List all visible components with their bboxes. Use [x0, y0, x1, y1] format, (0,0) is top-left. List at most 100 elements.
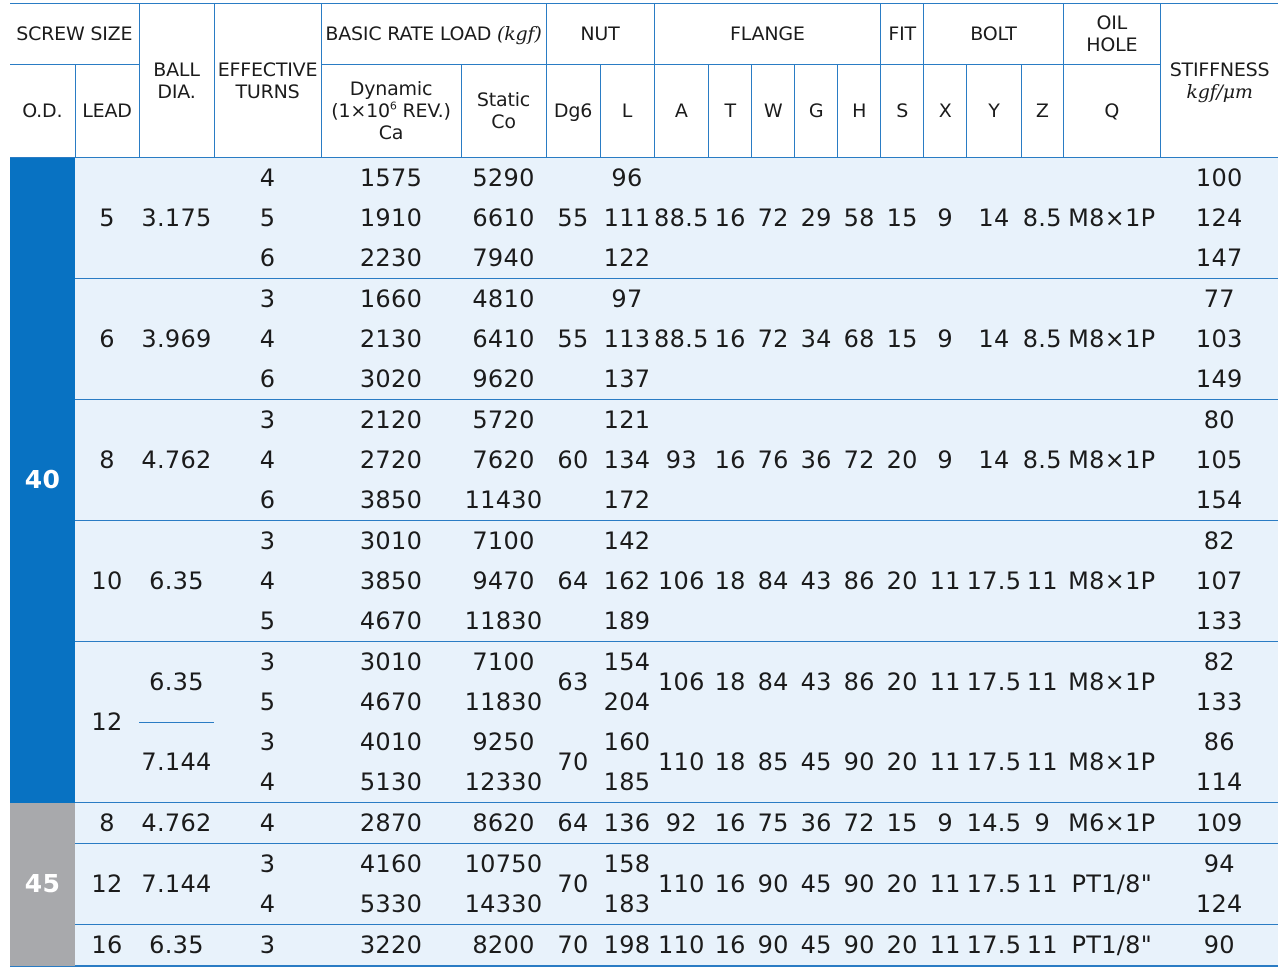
header-screw-size: SCREW SIZE — [10, 3, 139, 65]
bolt-y-cell: 17.5 — [966, 641, 1022, 722]
turns-cell: 3 — [214, 399, 321, 440]
ball-dia-cell: 6.35 — [139, 641, 214, 723]
flange-g-cell: 36 — [794, 399, 838, 521]
stiffness-cell: 86 — [1160, 722, 1279, 762]
header-od: O.D. — [10, 64, 75, 158]
header-fit-s: S — [880, 64, 924, 158]
stiffness-cell: 105 — [1160, 440, 1279, 480]
stiffness-cell: 124 — [1160, 198, 1279, 238]
flange-w-cell: 72 — [751, 157, 795, 279]
flange-h-cell: 68 — [837, 278, 881, 400]
stiffness-cell: 82 — [1160, 641, 1279, 682]
oil-hole-cell: M8×1P — [1063, 641, 1161, 722]
turns-cell: 5 — [214, 682, 321, 722]
flange-g-cell: 45 — [794, 843, 838, 925]
stiffness-cell: 100 — [1160, 157, 1279, 198]
ca-cell: 3850 — [321, 561, 461, 601]
flange-t-cell: 16 — [708, 924, 752, 967]
flange-a-cell: 110 — [654, 722, 709, 803]
ca-cell: 3020 — [321, 359, 461, 400]
fit-s-cell: 20 — [880, 843, 924, 925]
bolt-y-cell: 17.5 — [966, 722, 1022, 803]
ca-cell: 3850 — [321, 480, 461, 521]
bolt-z-cell: 11 — [1021, 924, 1064, 967]
nut-l-cell: 96 — [600, 157, 654, 198]
oil-hole-cell: M8×1P — [1063, 520, 1161, 642]
header-effective-turns: EFFECTIVE TURNS — [213, 3, 321, 158]
turns-cell: 6 — [214, 480, 321, 521]
flange-h-cell: 72 — [837, 399, 881, 521]
bolt-x-cell: 9 — [923, 278, 967, 400]
flange-a-cell: 88.5 — [654, 157, 709, 279]
flange-h-cell: 86 — [837, 641, 881, 722]
turns-cell: 5 — [214, 601, 321, 642]
stiffness-cell: 80 — [1160, 399, 1279, 440]
header-nut-dg6: Dg6 — [545, 64, 600, 158]
ball-dia-cell: 7.144 — [139, 722, 214, 803]
turns-cell: 3 — [214, 278, 321, 319]
ca-cell: 4670 — [321, 601, 461, 642]
header-bolt-z: Z — [1020, 64, 1064, 158]
flange-g-cell: 43 — [794, 520, 838, 642]
stiffness-cell: 77 — [1160, 278, 1279, 319]
nut-l-cell: 160 — [600, 722, 654, 762]
stiffness-cell: 154 — [1160, 480, 1279, 521]
od-cell-45: 45 — [10, 802, 75, 967]
ca-cell: 1575 — [321, 157, 461, 198]
bolt-x-cell: 11 — [923, 924, 967, 967]
bolt-z-cell: 11 — [1021, 520, 1064, 642]
oil-hole-cell: M6×1P — [1063, 802, 1161, 844]
bolt-y-cell: 17.5 — [966, 843, 1022, 925]
fit-s-cell: 20 — [880, 641, 924, 722]
nut-l-cell: 162 — [600, 561, 654, 601]
ca-cell: 5130 — [321, 762, 461, 803]
stiffness-cell: 90 — [1160, 924, 1279, 967]
ca-cell: 1660 — [321, 278, 461, 319]
bolt-z-cell: 11 — [1021, 722, 1064, 803]
dg6-cell: 70 — [546, 924, 600, 967]
header-nut-l: L — [599, 64, 654, 158]
flange-g-cell: 45 — [794, 722, 838, 803]
nut-l-cell: 204 — [600, 682, 654, 722]
flange-t-cell: 18 — [708, 520, 752, 642]
nut-l-cell: 189 — [600, 601, 654, 642]
header-flange-a: A — [653, 64, 709, 158]
flange-w-cell: 84 — [751, 520, 795, 642]
stiffness-cell: 114 — [1160, 762, 1279, 803]
turns-cell: 3 — [214, 520, 321, 561]
fit-s-cell: 15 — [880, 278, 924, 400]
flange-a-cell: 93 — [654, 399, 709, 521]
ca-cell: 3010 — [321, 520, 461, 561]
nut-l-cell: 111 — [600, 198, 654, 238]
fit-s-cell: 20 — [880, 520, 924, 642]
nut-l-cell: 198 — [600, 924, 654, 967]
flange-g-cell: 29 — [794, 157, 838, 279]
dg6-cell: 63 — [546, 641, 600, 722]
flange-t-cell: 16 — [708, 278, 752, 400]
ca-cell: 1910 — [321, 198, 461, 238]
ball-dia-cell: 4.762 — [139, 802, 214, 844]
turns-cell: 4 — [214, 762, 321, 803]
ca-cell: 4670 — [321, 682, 461, 722]
header-flange-g: G — [794, 64, 838, 158]
stiffness-cell: 149 — [1160, 359, 1279, 400]
turns-cell: 3 — [214, 924, 321, 967]
turns-cell: 4 — [214, 802, 321, 844]
bolt-z-cell: 11 — [1021, 843, 1064, 925]
co-cell: 4810 — [461, 278, 546, 319]
stiffness-cell: 133 — [1160, 682, 1279, 722]
bolt-z-cell: 8.5 — [1021, 157, 1064, 279]
flange-a-cell: 110 — [654, 843, 709, 925]
header-bolt: BOLT — [923, 3, 1064, 65]
dg6-cell: 70 — [546, 843, 600, 925]
bolt-x-cell: 11 — [923, 843, 967, 925]
stiffness-cell: 124 — [1160, 884, 1279, 925]
co-cell: 7100 — [461, 641, 546, 682]
co-cell: 9470 — [461, 561, 546, 601]
stiffness-cell: 103 — [1160, 319, 1279, 359]
flange-t-cell: 16 — [708, 157, 752, 279]
flange-w-cell: 84 — [751, 641, 795, 722]
turns-cell: 6 — [214, 238, 321, 279]
lead-cell: 6 — [75, 278, 139, 400]
bolt-y-cell: 17.5 — [966, 924, 1022, 967]
